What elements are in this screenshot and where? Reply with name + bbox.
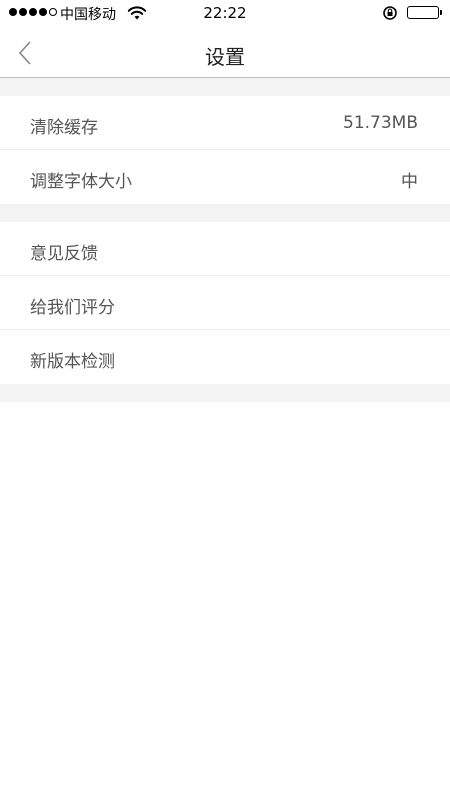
- status-bar: 中国移动 22:22: [0, 0, 450, 28]
- font-size-label: 调整字体大小: [30, 172, 132, 192]
- rate-us-label: 给我们评分: [30, 298, 115, 318]
- check-update-row[interactable]: 新版本检测: [0, 330, 450, 384]
- battery-icon: [407, 6, 442, 19]
- rate-us-row[interactable]: 给我们评分: [0, 276, 450, 330]
- settings-screen: 中国移动 22:22 设置 清除缓存 51.73MB 调整字体大小 中 意见反馈…: [0, 0, 450, 800]
- section-separator: [0, 78, 450, 96]
- clear-cache-row[interactable]: 清除缓存 51.73MB: [0, 96, 450, 150]
- navigation-bar: 设置: [0, 28, 450, 78]
- clear-cache-label: 清除缓存: [30, 118, 98, 138]
- section-separator: [0, 384, 450, 402]
- section-separator: [0, 204, 450, 222]
- feedback-label: 意见反馈: [30, 244, 98, 264]
- cache-size-value: 51.73MB: [343, 113, 418, 133]
- feedback-row[interactable]: 意见反馈: [0, 222, 450, 276]
- font-size-value: 中: [401, 172, 418, 192]
- page-title: 设置: [205, 45, 245, 69]
- rotation-lock-icon: [382, 5, 398, 25]
- settings-list: 清除缓存 51.73MB 调整字体大小 中 意见反馈 给我们评分 新版本检测: [0, 78, 450, 402]
- check-update-label: 新版本检测: [30, 352, 115, 372]
- font-size-row[interactable]: 调整字体大小 中: [0, 150, 450, 204]
